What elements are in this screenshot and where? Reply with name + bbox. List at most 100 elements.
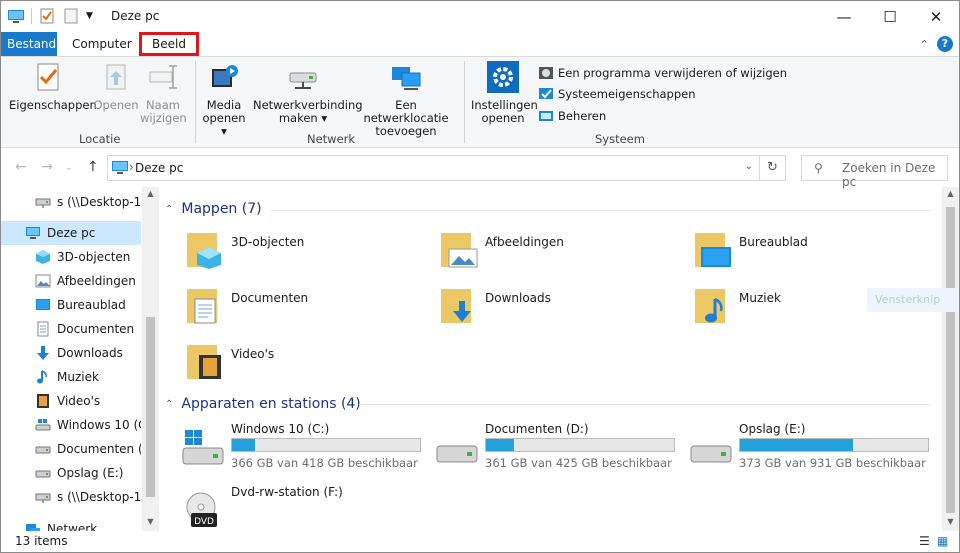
content-scrollbar-thumb[interactable] — [946, 207, 955, 513]
forward-arrow-icon[interactable]: → — [41, 159, 53, 175]
folder-downloads[interactable]: Downloads — [439, 285, 551, 325]
beheren-button[interactable]: Beheren — [538, 108, 606, 124]
drive-free-space: 361 GB van 425 GB beschikbaar — [485, 456, 672, 470]
drive-usage-bar — [485, 438, 675, 452]
nav-scrollbar[interactable]: ▲ ▼ — [142, 187, 159, 531]
folder-documenten[interactable]: Documenten — [185, 285, 308, 325]
nav-item-netwerk[interactable]: Netwerk — [1, 517, 141, 531]
folder-bureaublad[interactable]: Bureaublad — [693, 229, 808, 269]
search-input[interactable]: ⚲ Zoeken in Deze pc — [801, 155, 948, 189]
tab-bestand[interactable]: Bestand — [1, 32, 57, 56]
group-divider — [464, 61, 465, 143]
address-dropdown-icon[interactable]: ⌄ — [745, 161, 753, 172]
recent-locations-icon[interactable]: ⌄ — [65, 163, 73, 173]
minimize-button[interactable]: — — [821, 1, 867, 32]
group-label-locatie: Locatie — [79, 132, 121, 146]
close-button[interactable]: ✕ — [913, 1, 959, 32]
help-icon[interactable]: ? — [937, 36, 953, 52]
group-label-systeem: Systeem — [595, 132, 645, 146]
instellingen-openen-button[interactable]: Instellingen openen — [471, 61, 538, 125]
scroll-down-icon[interactable]: ▼ — [942, 517, 959, 526]
customize-qat-icon[interactable]: ▼ — [86, 11, 93, 21]
downloads-folder-icon — [441, 289, 471, 323]
explorer-window: ▼ Deze pc — ☐ ✕ Bestand Computer Beeld ⌃… — [0, 0, 960, 553]
title-bar: ▼ Deze pc — ☐ ✕ — [1, 1, 959, 32]
nav-item-deze-pc[interactable]: Deze pc — [1, 221, 141, 245]
folder-videos[interactable]: Video's — [185, 341, 274, 381]
breadcrumb[interactable]: Deze pc — [135, 161, 183, 175]
nav-item-afbeeldingen[interactable]: Afbeeldingen — [1, 269, 141, 293]
drive-windows-c[interactable]: Windows 10 (C:) 366 GB van 418 GB beschi… — [181, 422, 431, 470]
details-view-icon[interactable]: ☰ — [919, 534, 930, 548]
music-folder-icon — [695, 289, 725, 323]
tab-beeld[interactable]: Beeld — [139, 32, 199, 56]
uninstall-icon — [539, 67, 553, 79]
nav-item-downloads[interactable]: Downloads — [1, 341, 141, 365]
documents-icon — [37, 321, 49, 337]
nav-item-windows-c[interactable]: Windows 10 (C:) — [1, 413, 141, 437]
drive-dvd-f[interactable]: DVD Dvd-rw-station (F:) — [181, 485, 431, 533]
collapse-chevron-icon[interactable]: ⌃ — [165, 399, 173, 410]
folder-3d-objecten[interactable]: 3D-objecten — [185, 229, 304, 269]
documents-folder-icon — [187, 289, 217, 324]
programma-verwijderen-button[interactable]: Een programma verwijderen of wijzigen — [538, 65, 787, 81]
group-header-apparaten[interactable]: ⌃ Apparaten en stations (4) — [165, 396, 361, 412]
new-folder-icon[interactable] — [62, 7, 80, 25]
properties-icon — [37, 63, 59, 91]
network-drive-icon — [35, 198, 51, 208]
collapse-ribbon-icon[interactable]: ⌃ — [920, 38, 929, 51]
content-pane: ⌃ Mappen (7) 3D-objecten Afbeeldingen Bu… — [161, 187, 959, 531]
nav-item-opslag-e[interactable]: Opslag (E:) — [1, 461, 141, 485]
ribbon-controls: ⌃ ? — [920, 36, 953, 52]
content-scrollbar[interactable]: ▲ ▼ — [942, 187, 959, 531]
netwerkverbinding-button[interactable]: Netwerkverbinding maken ▾ — [253, 61, 363, 125]
naam-wijzigen-button[interactable]: Naam wijzigen — [140, 61, 187, 125]
nav-item-3d-objecten[interactable]: 3D-objecten — [1, 245, 141, 269]
nav-item-documenten-d[interactable]: Documenten (D:) — [1, 437, 141, 461]
up-arrow-icon[interactable]: ↑ — [87, 159, 99, 175]
verbinding-label-2: maken ▾ — [278, 111, 328, 125]
drive-icon — [35, 446, 51, 454]
drive-opslag-e[interactable]: Opslag (E:) 373 GB van 931 GB beschikbaa… — [689, 422, 939, 470]
maximize-button[interactable]: ☐ — [867, 1, 913, 32]
nav-item-videos[interactable]: Video's — [1, 389, 141, 413]
computer-icon[interactable] — [7, 7, 25, 25]
pictures-icon — [35, 274, 51, 288]
folder-muziek[interactable]: Muziek — [693, 285, 781, 325]
nav-item-bureaublad[interactable]: Bureaublad — [1, 293, 141, 317]
collapse-chevron-icon[interactable]: ⌃ — [165, 204, 173, 215]
tab-computer[interactable]: Computer — [62, 32, 142, 56]
drive-name: Dvd-rw-station (F:) — [231, 485, 343, 499]
nav-item-network-share[interactable]: s (\\Desktop-191 — [1, 190, 141, 214]
group-divider — [195, 61, 196, 143]
pictures-folder-icon — [441, 233, 478, 268]
scroll-up-icon[interactable]: ▲ — [142, 189, 159, 198]
3d-objects-folder-icon — [187, 233, 221, 269]
refresh-icon[interactable]: ↻ — [759, 156, 785, 180]
rename-icon — [149, 65, 177, 89]
os-drive-icon — [182, 430, 224, 465]
scroll-down-icon[interactable]: ▼ — [142, 517, 159, 526]
address-bar[interactable]: › Deze pc ⌄ ↻ — [107, 155, 786, 181]
nav-scrollbar-thumb[interactable] — [146, 317, 155, 497]
scroll-up-icon[interactable]: ▲ — [942, 189, 959, 198]
back-arrow-icon[interactable]: ← — [15, 159, 27, 175]
group-header-mappen[interactable]: ⌃ Mappen (7) — [165, 201, 262, 217]
eigenschappen-button[interactable]: Eigenschappen — [9, 61, 97, 112]
nav-item-network-share-2[interactable]: s (\\Desktop-191 — [1, 485, 141, 509]
verwijderen-label: Een programma verwijderen of wijzigen — [558, 66, 787, 80]
folder-afbeeldingen[interactable]: Afbeeldingen — [439, 229, 564, 269]
netwerklocatie-button[interactable]: Een netwerklocatie toevoegen — [357, 61, 455, 138]
tiles-view-icon[interactable]: ▦ — [937, 534, 948, 548]
systeemeigenschappen-button[interactable]: Systeemeigenschappen — [538, 86, 696, 102]
openen-button[interactable]: Openen — [93, 61, 139, 112]
properties-icon[interactable] — [38, 7, 56, 25]
computer-icon — [112, 161, 128, 174]
drive-documenten-d[interactable]: Documenten (D:) 361 GB van 425 GB beschi… — [435, 422, 685, 470]
nav-item-muziek[interactable]: Muziek — [1, 365, 141, 389]
nav-item-documenten[interactable]: Documenten — [1, 317, 141, 341]
media-openen-button[interactable]: Media openen ▾ — [201, 61, 247, 138]
drive-icon — [436, 445, 478, 463]
navigation-bar: ← → ⌄ ↑ › Deze pc ⌄ ↻ ⚲ Zoeken in Deze p… — [1, 149, 959, 189]
breadcrumb-chevron-icon[interactable]: › — [129, 160, 134, 174]
